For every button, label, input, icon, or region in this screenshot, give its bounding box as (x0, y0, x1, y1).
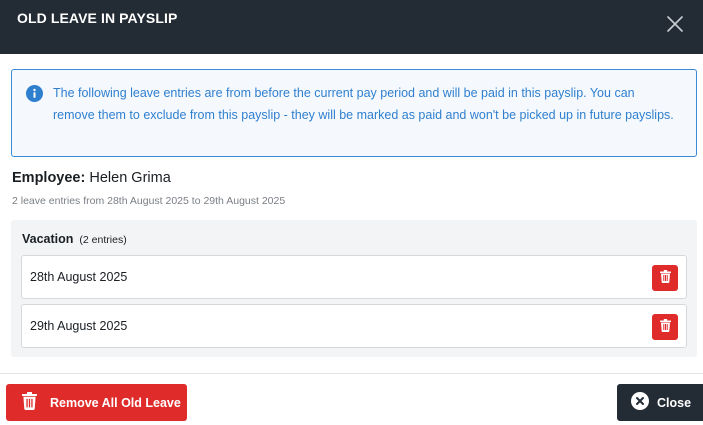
leave-entry: 28th August 2025 (21, 255, 687, 299)
old-leave-modal: OLD LEAVE IN PAYSLIP The following leave… (0, 0, 703, 425)
modal-header: OLD LEAVE IN PAYSLIP (0, 0, 703, 54)
remove-all-old-leave-button[interactable]: Remove All Old Leave (6, 384, 187, 421)
close-button[interactable]: Close (617, 384, 703, 421)
info-alert: The following leave entries are from bef… (11, 69, 697, 157)
leave-group-count: (2 entries) (79, 234, 127, 246)
info-alert-message: The following leave entries are from bef… (53, 86, 674, 122)
remove-entry-button[interactable] (652, 314, 678, 340)
trash-icon (659, 270, 671, 286)
close-label: Close (657, 395, 692, 410)
close-icon[interactable] (667, 16, 683, 32)
employee-name: Helen Grima (89, 170, 171, 186)
footer-divider (0, 373, 703, 374)
info-icon (26, 85, 43, 102)
leave-group-vacation: Vacation (2 entries) 28th August 2025 29… (11, 220, 697, 357)
close-circle-icon (631, 392, 649, 413)
remove-all-label: Remove All Old Leave (50, 395, 181, 410)
leave-group-title: Vacation (22, 232, 74, 246)
remove-entry-button[interactable] (652, 265, 678, 291)
entries-summary: 2 leave entries from 28th August 2025 to… (12, 195, 286, 207)
leave-entry-date: 29th August 2025 (30, 319, 128, 333)
leave-entry: 29th August 2025 (21, 304, 687, 348)
trash-icon (659, 319, 671, 335)
modal-title: OLD LEAVE IN PAYSLIP (17, 10, 178, 26)
employee-line: Employee: Helen Grima (12, 170, 171, 186)
leave-entry-date: 28th August 2025 (30, 270, 128, 284)
employee-label: Employee: (12, 170, 86, 186)
leave-group-header: Vacation (2 entries) (22, 232, 127, 246)
trash-icon (22, 392, 37, 413)
